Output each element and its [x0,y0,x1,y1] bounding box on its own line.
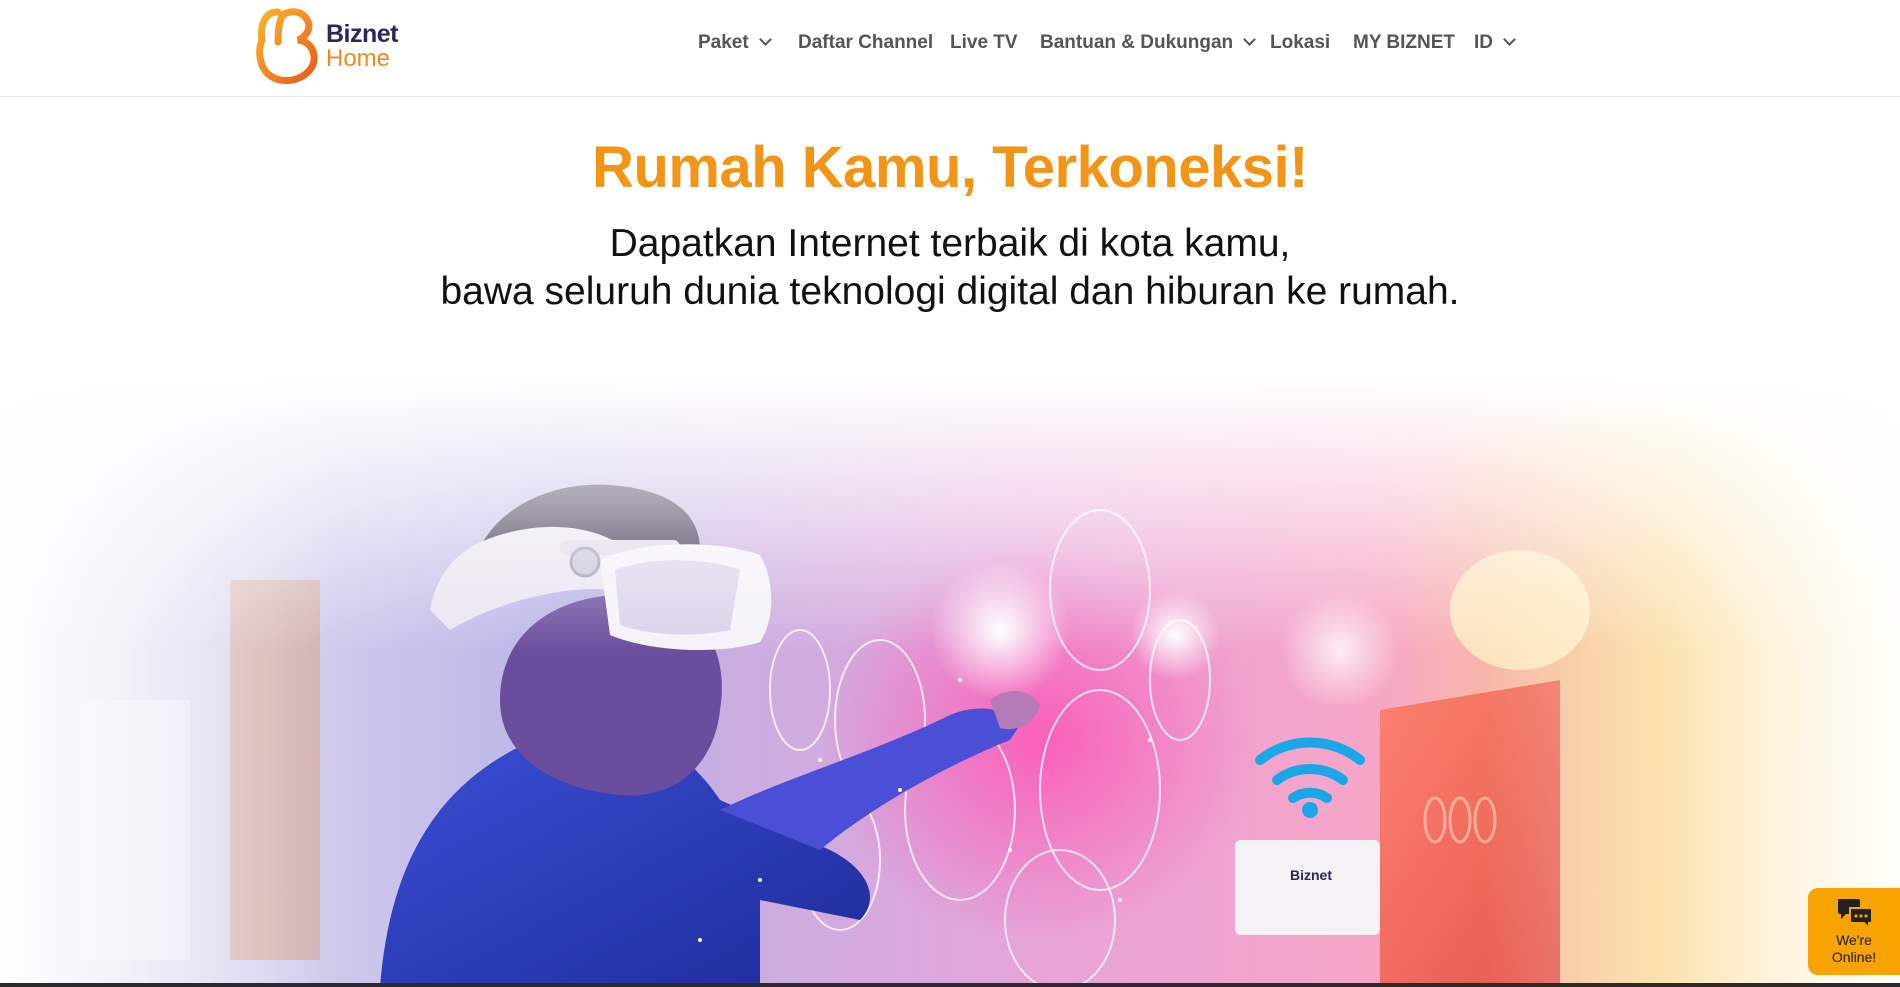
hero-image: Biznet [0,380,1900,987]
nav-item-label: Paket [698,32,749,53]
nav-item-label: MY BIZNET [1353,32,1456,53]
brand-logo[interactable]: Biznet Home [256,6,406,85]
nav-item-daftar-channel[interactable]: Daftar Channel [798,32,933,54]
nav-item-live-tv[interactable]: Live TV [950,32,1018,54]
hero-headline: Rumah Kamu, Terkoneksi! [592,135,1308,200]
nav-item-label: Bantuan & Dukungan [1040,32,1234,53]
nav-item-label: Live TV [950,32,1018,53]
chat-bubbles-icon [1838,899,1873,930]
hero-subline-1: Dapatkan Internet terbaik di kota kamu, [609,222,1291,265]
biznet-b-logo-icon [256,8,318,85]
hero-subline-2: bawa seluruh dunia teknologi digital dan… [440,270,1460,313]
nav-item-paket[interactable]: Paket [698,32,772,54]
chevron-down-icon [1503,33,1516,46]
chevron-down-icon [1243,33,1257,46]
chat-label-line-2: Online! [1831,949,1877,965]
nav-item-lokasi[interactable]: Lokasi [1270,32,1330,54]
vr-user-hero-image: Biznet [0,380,1900,987]
chat-label: We're Online! [1808,932,1900,966]
chevron-down-icon [758,33,772,46]
nav-item-bantuan[interactable]: Bantuan & Dukungan [1040,32,1257,54]
site-header: Biznet Home Paket Daftar Channel Live TV… [0,0,1900,97]
brand-sub: Home [326,45,391,72]
chat-label-line-1: We're [1836,932,1872,948]
live-chat-widget[interactable]: We're Online! [1808,888,1900,975]
bottom-edge-bar [0,983,1900,987]
nav-item-label: ID [1474,32,1493,53]
nav-item-language[interactable]: ID [1474,32,1516,54]
nav-item-label: Lokasi [1270,32,1331,53]
nav-item-my-biznet[interactable]: MY BIZNET [1353,32,1455,54]
nav-item-label: Daftar Channel [798,32,934,53]
router-brand-text: Biznet [1290,867,1332,883]
